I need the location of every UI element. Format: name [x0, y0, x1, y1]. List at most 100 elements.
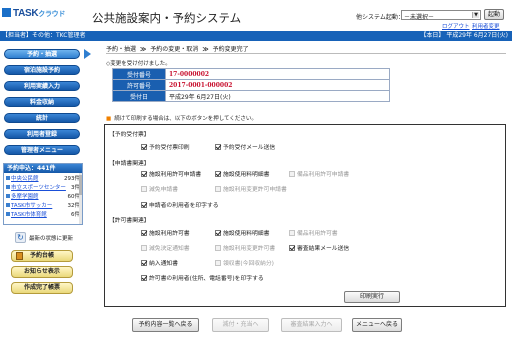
checkbox-label: 施設利用許可書 [149, 231, 190, 237]
system-select-value: －未選択－ [404, 14, 435, 21]
checkbox-change-application[interactable]: 施設利用変更許可申請書 [215, 186, 287, 194]
checkbox-change-permit[interactable]: 施設利用変更許可書 [215, 245, 275, 253]
facility-icon [6, 185, 10, 189]
task-cloud-logo: TASKクラウド [2, 8, 65, 19]
list-item[interactable]: TASK市サッカー 32件 [6, 202, 82, 210]
list-item-name[interactable]: TASK市体育館 [11, 212, 47, 218]
checkbox-box[interactable] [141, 260, 147, 266]
checkbox-payment-notice[interactable]: 納入通知書 [141, 260, 178, 268]
back-to-menu-button[interactable]: メニューへ戻る [352, 318, 402, 332]
checkbox-label: 備品利用許可書 [297, 231, 338, 237]
refresh-label[interactable]: 最新の状態に更新 [29, 234, 73, 242]
list-item[interactable]: 中央公民館 293件 [6, 175, 82, 183]
checkbox-reservation-slip-print[interactable]: 予約受付票印刷 [141, 144, 190, 152]
checkbox-box[interactable] [289, 230, 295, 236]
other-system-label: 他システム起動： [356, 14, 404, 21]
breadcrumb: 予約・抽選 ≫ 予約の変更・取消 ≫ 予約変更完了 [106, 44, 253, 53]
checkbox-box[interactable] [215, 230, 221, 236]
scroll-thumb[interactable] [79, 175, 82, 195]
accept-message: ◇変更を受け付けました。 [106, 61, 171, 67]
checkbox-label: 許可書の利用者(住所、電話番号)を印字する [149, 276, 264, 282]
checkbox-box[interactable] [215, 186, 221, 192]
checkbox-box[interactable] [215, 260, 221, 266]
checkbox-equipment-application[interactable]: 備品利用許可申請書 [289, 171, 349, 179]
system-select[interactable]: －未選択－ ▼ [401, 10, 481, 21]
refund-transfer-button[interactable]: 減付・充当へ [212, 318, 269, 332]
checkbox-box[interactable] [289, 245, 295, 251]
today-date: 【本日】 平成29年 6月27日(火) [420, 32, 508, 39]
start-button[interactable]: 起動 [484, 9, 504, 20]
completed-forms-button[interactable]: 作成完了帳票 [11, 282, 73, 294]
checkbox-fee-statement[interactable]: 施設使用料明細書 [215, 171, 269, 179]
table-row: 受付番号 17-0000002 [112, 68, 390, 80]
checkbox-receipt[interactable]: 領収書(今回収納分) [215, 260, 274, 268]
list-item-name[interactable]: 市立スポーツセンター [11, 185, 66, 191]
sidebar-item-statistics[interactable]: 統計 [4, 113, 80, 123]
logout-link[interactable]: ログアウト [442, 22, 470, 30]
checkbox-box[interactable] [215, 171, 221, 177]
checkbox-reduction-notice[interactable]: 減免決定通知書 [141, 245, 190, 253]
checkbox-label: 施設使用料明細書 [223, 231, 270, 237]
section-application: 【申請書関連】 [109, 161, 150, 167]
operator-info: 【担当者】その他：TKC管理者 [2, 32, 86, 39]
checkbox-box[interactable] [215, 144, 221, 150]
list-scrollbar[interactable] [79, 173, 82, 224]
reception-date-value: 平成29年 6月27日(火) [165, 90, 390, 102]
back-to-list-button[interactable]: 予約内容一覧へ戻る [132, 318, 199, 332]
list-item-name[interactable]: TASK市サッカー [11, 203, 52, 209]
checkbox-permit-fee-statement[interactable]: 施設使用料明細書 [215, 230, 269, 238]
table-row: 許可番号 2017-0001-000002 [112, 79, 390, 91]
sidebar-item-user-registration[interactable]: 利用者登録 [4, 129, 80, 139]
checkbox-label: 減免決定通知書 [149, 246, 190, 252]
divider [106, 53, 506, 54]
active-arrow-icon [84, 49, 91, 59]
checkbox-print-applicant-user[interactable]: 申請者の利用者を印字する [141, 202, 219, 210]
list-panel-title: 予約申込：441件 [4, 164, 82, 173]
checkbox-box[interactable] [141, 186, 147, 192]
checkbox-print-permit-user[interactable]: 許可書の利用者(住所、電話番号)を印字する [141, 275, 264, 283]
change-user-link[interactable]: 利用者変更 [472, 22, 500, 30]
breadcrumb-separator: ≫ [140, 46, 147, 53]
checkbox-box[interactable] [141, 245, 147, 251]
checkbox-box[interactable] [215, 245, 221, 251]
breadcrumb-item: 予約の変更・取消 [150, 46, 199, 53]
checkbox-box[interactable] [141, 230, 147, 236]
list-item[interactable]: 多摩学園館 60件 [6, 193, 82, 201]
checkbox-box[interactable] [141, 202, 147, 208]
checkbox-equipment-permit[interactable]: 備品利用許可書 [289, 230, 338, 238]
notice-display-button[interactable]: お知らせ表示 [11, 266, 73, 278]
checkbox-box[interactable] [141, 144, 147, 150]
checkbox-box[interactable] [141, 275, 147, 281]
sidebar-item-lodging[interactable]: 宿泊施設予約 [4, 65, 80, 75]
section-reservation-slip: 【予約受付票】 [109, 132, 150, 138]
table-row: 受付日 平成29年 6月27日(火) [112, 90, 390, 102]
sidebar-item-reservation[interactable]: 予約・抽選 [4, 49, 80, 59]
list-item[interactable]: TASK市体育館 6件 [6, 211, 82, 219]
checkbox-label: 減免申請書 [149, 187, 178, 193]
print-execute-button[interactable]: 印刷実行 [344, 291, 400, 303]
facility-icon [6, 203, 10, 207]
refresh-icon[interactable]: ↻ [15, 232, 26, 243]
sidebar-item-fee-collection[interactable]: 料金収納 [4, 97, 80, 107]
logo-text: TASK [13, 8, 39, 19]
sidebar-item-usage-input[interactable]: 利用実績入力 [4, 81, 80, 91]
checkbox-label: 施設利用変更許可申請書 [223, 187, 287, 193]
review-result-input-button[interactable]: 審査結果入力へ [281, 318, 342, 332]
reception-number-label: 受付番号 [112, 68, 166, 80]
checkbox-label: 施設使用料明細書 [223, 172, 270, 178]
list-item[interactable]: 市立スポーツセンター 3件 [6, 184, 82, 192]
checkbox-review-result-mail[interactable]: 審査結果メール送信 [289, 245, 349, 253]
checkbox-reduction-application[interactable]: 減免申請書 [141, 186, 178, 194]
checkbox-label: 審査結果メール送信 [297, 246, 350, 252]
list-item-name[interactable]: 多摩学園館 [11, 194, 39, 200]
sidebar-item-admin-menu[interactable]: 管理者メニュー [4, 145, 80, 155]
checkbox-box[interactable] [289, 171, 295, 177]
breadcrumb-item: 予約変更完了 [212, 46, 249, 53]
reservation-ledger-button[interactable]: 予約台帳 [11, 250, 73, 262]
checkbox-facility-application[interactable]: 施設利用許可申請書 [141, 171, 201, 179]
checkbox-facility-permit[interactable]: 施設利用許可書 [141, 230, 190, 238]
print-options-box: 【予約受付票】 予約受付票印刷 予約受付メール送信 【申請書関連】 施設利用許可… [104, 124, 506, 307]
checkbox-box[interactable] [141, 171, 147, 177]
checkbox-reservation-mail[interactable]: 予約受付メール送信 [215, 144, 275, 152]
list-item-name[interactable]: 中央公民館 [11, 176, 39, 182]
